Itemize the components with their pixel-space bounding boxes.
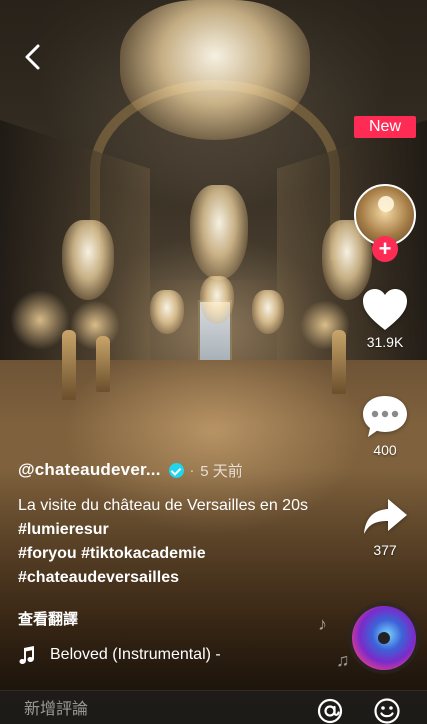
like-count: 31.9K: [366, 334, 404, 350]
back-button[interactable]: [20, 42, 46, 72]
like-button[interactable]: 31.9K: [354, 288, 416, 350]
comment-input[interactable]: [24, 698, 294, 722]
hashtag-link[interactable]: #chateaudeversailles: [18, 569, 179, 586]
floating-note-icon: ♫: [336, 650, 350, 670]
chandelier: [150, 290, 184, 334]
at-sign-icon: [317, 698, 343, 724]
heart-icon: [363, 289, 407, 330]
caption-text: La visite du château de Versailles en 20…: [18, 497, 308, 514]
share-arrow-icon: [364, 499, 407, 534]
speech-bubble-icon: [363, 396, 407, 437]
music-note-icon: [19, 646, 34, 664]
hashtag-link[interactable]: #lumieresur: [18, 521, 109, 538]
hashtag-link[interactable]: #foryou: [18, 545, 77, 562]
statue: [332, 330, 346, 394]
emoji-button[interactable]: [373, 697, 401, 724]
new-badge: New: [354, 116, 416, 138]
statue: [62, 330, 76, 400]
post-meta: @chateaudever... · 5 天前 La visite du châ…: [18, 456, 348, 590]
chandelier: [190, 185, 248, 280]
username-link[interactable]: @chateaudever...: [18, 460, 161, 480]
share-button[interactable]: 377: [354, 496, 416, 558]
mention-button[interactable]: [316, 697, 344, 724]
chandelier: [120, 0, 310, 140]
floating-note-icon: ♪: [318, 614, 327, 634]
verified-badge-icon: [168, 462, 184, 478]
music-info[interactable]: Beloved (Instrumental) -: [18, 646, 221, 664]
statue: [96, 336, 110, 392]
share-count: 377: [373, 542, 397, 558]
follow-button[interactable]: +: [372, 236, 398, 262]
smiley-icon: [374, 698, 400, 724]
music-title: Beloved (Instrumental) -: [50, 646, 221, 663]
comment-count: 400: [373, 442, 397, 458]
chandelier: [252, 290, 284, 334]
post-caption: La visite du château de Versailles en 20…: [18, 494, 318, 590]
music-disc[interactable]: [352, 606, 416, 670]
candle-glow: [70, 300, 120, 350]
comment-button[interactable]: 400: [354, 394, 416, 458]
see-translation-link[interactable]: 查看翻譯: [18, 608, 78, 629]
candle-glow: [10, 290, 70, 350]
dot-separator: ·: [189, 462, 195, 478]
hashtag-link[interactable]: #tiktokacademie: [81, 545, 206, 562]
plus-icon: +: [378, 236, 392, 261]
post-time: 5 天前: [200, 462, 243, 480]
avatar-chandelier: [378, 196, 394, 212]
chandelier: [62, 220, 114, 300]
chandelier: [200, 276, 234, 324]
author-line: @chateaudever... · 5 天前: [18, 456, 348, 484]
comment-bar: [0, 690, 427, 724]
chevron-left-icon: [25, 44, 40, 70]
